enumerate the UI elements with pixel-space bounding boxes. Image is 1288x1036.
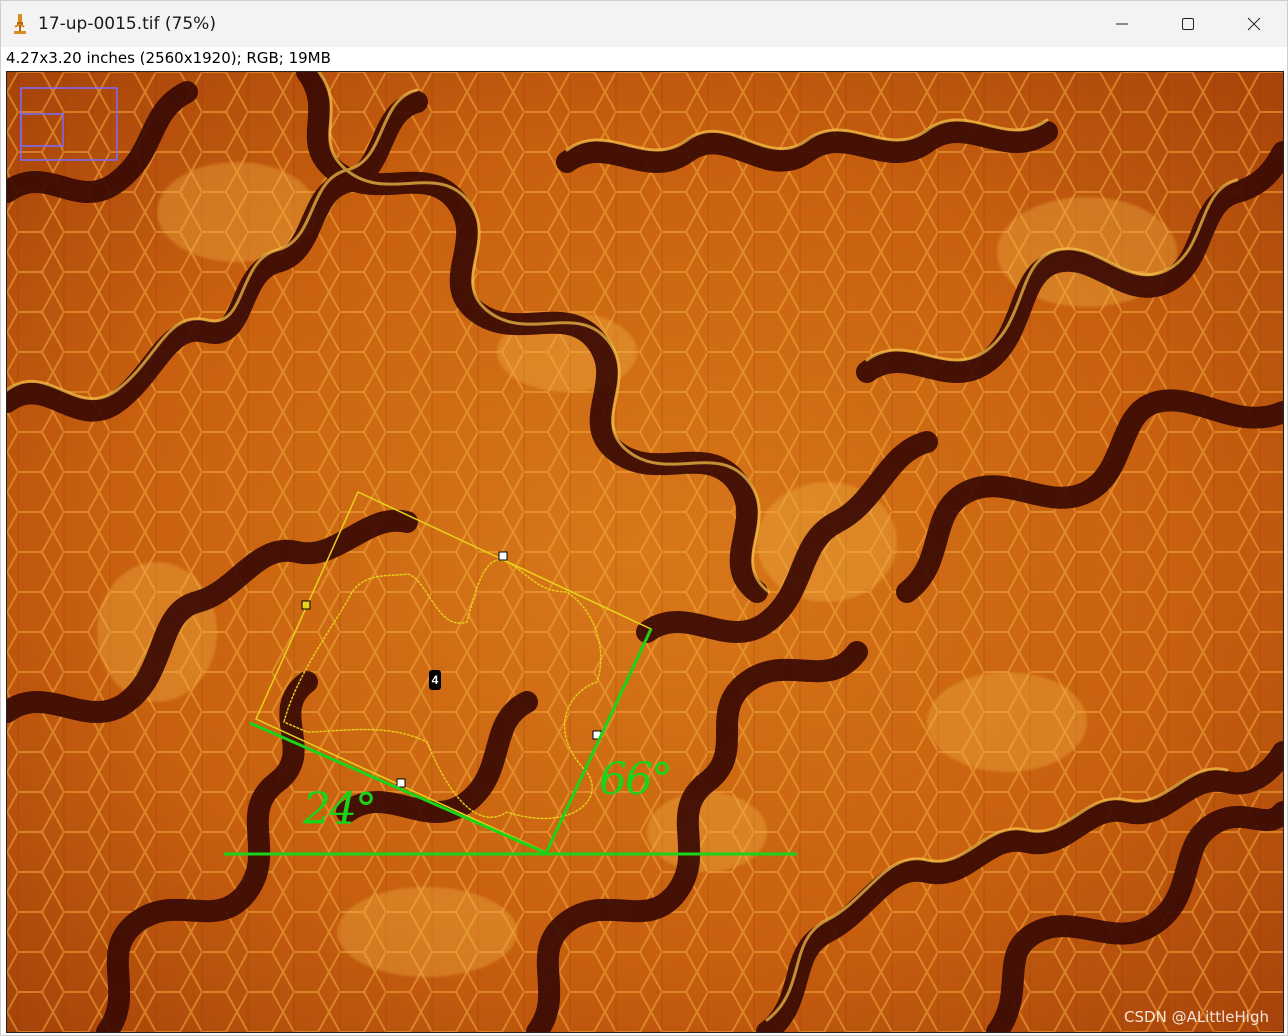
- image-window: 17-up-0015.tif (75%) 4.27x3.20 inches (2…: [0, 0, 1288, 1036]
- close-button[interactable]: [1221, 1, 1287, 47]
- angle-label-left: 24°: [303, 784, 377, 835]
- title-bar[interactable]: 17-up-0015.tif (75%): [1, 1, 1287, 47]
- image-info-text: 4.27x3.20 inches (2560x1920); RGB; 19MB: [6, 49, 331, 67]
- roi-number-label: 4: [429, 670, 441, 690]
- minimize-icon: [1116, 23, 1128, 25]
- angle-label-right: 66°: [599, 754, 673, 805]
- micrograph-image: [7, 72, 1283, 1032]
- image-info-bar: 4.27x3.20 inches (2560x1920); RGB; 19MB: [1, 47, 1287, 71]
- window-controls: [1089, 1, 1287, 47]
- close-icon: [1247, 17, 1261, 31]
- image-canvas[interactable]: 4 24° 66° CSDN @ALittleHigh: [6, 71, 1284, 1033]
- maximize-button[interactable]: [1155, 1, 1221, 47]
- microscope-icon: [12, 13, 28, 35]
- window-title: 17-up-0015.tif (75%): [38, 14, 216, 34]
- watermark: CSDN @ALittleHigh: [1124, 1008, 1269, 1026]
- minimize-button[interactable]: [1089, 1, 1155, 47]
- maximize-icon: [1182, 18, 1194, 30]
